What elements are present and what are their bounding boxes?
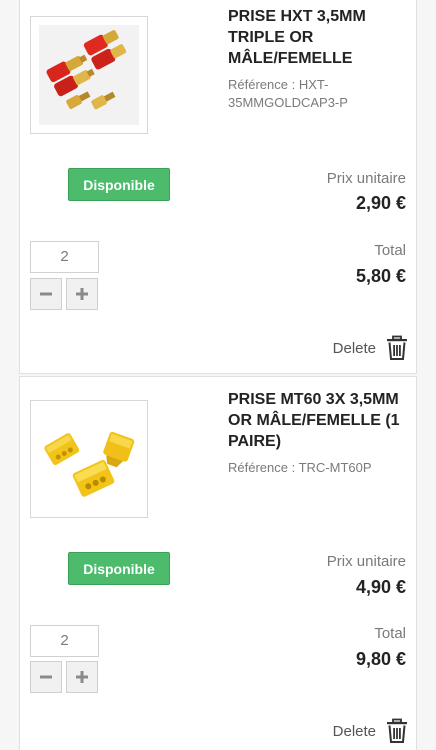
product-image [39, 409, 139, 509]
minus-icon [40, 675, 52, 679]
product-image [39, 25, 139, 125]
trash-icon [387, 335, 407, 360]
trash-icon [387, 718, 407, 743]
product-thumbnail[interactable] [30, 16, 148, 134]
total-value: 9,80 € [355, 649, 406, 669]
quantity-increase-button[interactable] [66, 278, 98, 310]
delete-label: Delete [332, 339, 376, 357]
product-title[interactable]: PRISE MT60 3X 3,5MM OR MÂLE/FEMELLE (1 P… [228, 389, 410, 452]
total-label: Total [374, 625, 406, 642]
plus-icon [76, 671, 88, 683]
plus-icon [76, 288, 88, 300]
red-gold-connectors-image [39, 25, 139, 125]
cart-item: PRISE MT60 3X 3,5MM OR MÂLE/FEMELLE (1 P… [19, 376, 417, 750]
quantity-input[interactable]: 2 [30, 625, 99, 657]
unit-price-label: Prix unitaire [326, 553, 406, 570]
quantity-input[interactable]: 2 [30, 241, 99, 273]
unit-price-value: 2,90 € [355, 193, 406, 213]
product-thumbnail[interactable] [30, 400, 148, 518]
unit-price-value: 4,90 € [355, 577, 406, 597]
quantity-decrease-button[interactable] [30, 661, 62, 693]
total-value: 5,80 € [355, 266, 406, 286]
product-reference: Référence : HXT-35MMGOLDCAP3-P [228, 77, 348, 110]
delete-item-button[interactable]: Delete [333, 718, 410, 744]
product-reference: Référence : TRC-MT60P [228, 460, 372, 475]
quantity-increase-button[interactable] [66, 661, 98, 693]
product-title[interactable]: PRISE HXT 3,5MM TRIPLE OR MÂLE/FEMELLE [228, 6, 410, 69]
quantity-decrease-button[interactable] [30, 278, 62, 310]
cart-item: PRISE HXT 3,5MM TRIPLE OR MÂLE/FEMELLE R… [19, 0, 417, 374]
minus-icon [40, 292, 52, 296]
yellow-mt60-connectors-image [39, 409, 139, 509]
unit-price-label: Prix unitaire [326, 170, 406, 187]
total-label: Total [374, 242, 406, 259]
delete-item-button[interactable]: Delete [333, 335, 410, 361]
delete-label: Delete [332, 722, 376, 740]
availability-badge: Disponible [68, 168, 170, 201]
availability-badge: Disponible [68, 552, 170, 585]
